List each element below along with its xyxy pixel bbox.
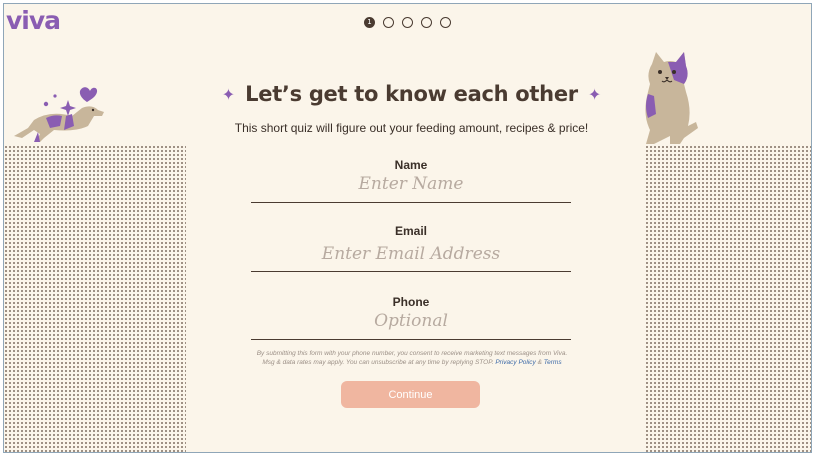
phone-input[interactable]: [251, 309, 571, 340]
name-label: Name: [394, 158, 428, 172]
email-field: Email: [251, 224, 571, 272]
step-indicator-1: 1: [364, 17, 375, 28]
name-field: Name: [251, 158, 571, 203]
dotted-pattern-left: [4, 145, 186, 452]
dog-illustration: [14, 87, 104, 142]
step-indicator-4: [421, 17, 432, 28]
sparkle-right-icon: ✦: [587, 84, 602, 104]
viva-logo[interactable]: viva: [6, 6, 61, 35]
progress-steps: 1: [364, 17, 451, 29]
step-indicator-3: [402, 17, 413, 28]
step-indicator-2: [383, 17, 394, 28]
email-label: Email: [394, 224, 427, 238]
disclaimer-and: &: [537, 359, 542, 366]
phone-label: Phone: [392, 295, 430, 309]
privacy-policy-link[interactable]: Privacy Policy: [495, 359, 535, 366]
step-indicator-5: [440, 17, 451, 28]
name-input[interactable]: [251, 172, 571, 203]
sparkle-left-icon: ✦: [221, 84, 236, 104]
quiz-subtitle: This short quiz will figure out your fee…: [234, 121, 589, 135]
phone-field: Phone: [251, 295, 571, 340]
page-title: Let’s get to know each other: [245, 82, 578, 106]
cat-illustration: [645, 52, 698, 144]
dotted-pattern-right: [645, 145, 811, 452]
sms-disclaimer: By submitting this form with your phone …: [250, 349, 574, 367]
email-input[interactable]: [251, 238, 571, 272]
continue-button[interactable]: Continue: [341, 381, 480, 408]
quiz-heading: ✦ Let’s get to know each other ✦: [182, 82, 641, 106]
terms-link[interactable]: Terms: [544, 359, 562, 366]
